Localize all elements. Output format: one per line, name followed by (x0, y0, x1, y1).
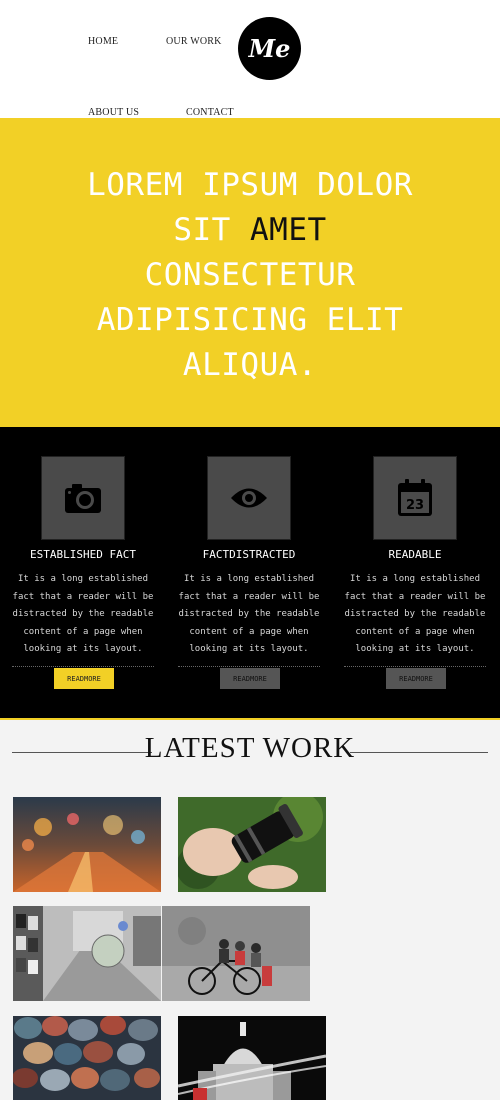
hero-headline: LOREM IPSUM DOLOR SIT AMET CONSECTETUR A… (60, 163, 440, 388)
hero-line-5: ALIQUA. (182, 347, 318, 383)
feature-icon-box: 23 (374, 457, 456, 539)
calendar-day: 23 (406, 498, 424, 513)
street-gallery-thumbnail[interactable] (13, 906, 161, 1001)
night-cathedral-thumbnail[interactable] (178, 1016, 326, 1100)
feature-divider (12, 666, 154, 667)
latest-work-title: LATEST WORK (144, 732, 356, 764)
readmore-button[interactable]: READMORE (386, 668, 446, 689)
hero-line-2: SIT AMET (173, 212, 327, 248)
readmore-button[interactable]: READMORE (220, 668, 280, 689)
nav-about-us-link[interactable]: ABOUT US (88, 107, 139, 118)
feature-card: 23 READABLE It is a long established fac… (332, 427, 498, 720)
feature-title: FACTDISTRACTED (202, 548, 296, 561)
children-bicycle-thumbnail[interactable] (162, 906, 310, 1001)
feature-icon-box (208, 457, 290, 539)
feature-card: ESTABLISHED FACT It is a long establishe… (0, 427, 166, 720)
logo-text: Me (248, 34, 291, 63)
readmore-button[interactable]: READMORE (54, 668, 114, 689)
nav-home-link[interactable]: HOME (88, 36, 118, 47)
calendar-icon: 23 (398, 479, 432, 516)
hero-highlight-word: AMET (250, 212, 327, 248)
feature-title: READABLE (388, 548, 442, 561)
feature-icon-box (42, 457, 124, 539)
hero-line-3: CONSECTETUR (144, 257, 356, 293)
camera-lens-thumbnail[interactable] (178, 797, 326, 892)
feature-divider (344, 666, 486, 667)
logo[interactable]: Me (238, 17, 301, 80)
feature-text: It is a long established fact that a rea… (344, 574, 486, 654)
nav-our-work-link[interactable]: OUR WORK (166, 36, 222, 47)
eye-icon (231, 488, 267, 508)
features-section: ESTABLISHED FACT It is a long establishe… (0, 427, 500, 720)
site-header: HOME OUR WORK Me ABOUT US CONTACT (0, 0, 500, 118)
feature-divider (178, 666, 320, 667)
nav-contact-link[interactable]: CONTACT (186, 107, 234, 118)
city-lights-thumbnail[interactable] (13, 797, 161, 892)
feature-card: FACTDISTRACTED It is a long established … (166, 427, 332, 720)
hero-line-1: LOREM IPSUM DOLOR (87, 167, 413, 203)
feature-text: It is a long established fact that a rea… (178, 574, 320, 654)
hero-banner: LOREM IPSUM DOLOR SIT AMET CONSECTETUR A… (0, 118, 500, 427)
feature-text: It is a long established fact that a rea… (12, 574, 154, 654)
feature-title: ESTABLISHED FACT (30, 548, 136, 561)
title-rule-right (350, 752, 488, 753)
stones-thumbnail[interactable] (13, 1016, 161, 1100)
hero-line-4: ADIPISICING ELIT (96, 302, 404, 338)
camera-icon (65, 484, 101, 513)
latest-work-section: LATEST WORK (0, 720, 500, 1100)
